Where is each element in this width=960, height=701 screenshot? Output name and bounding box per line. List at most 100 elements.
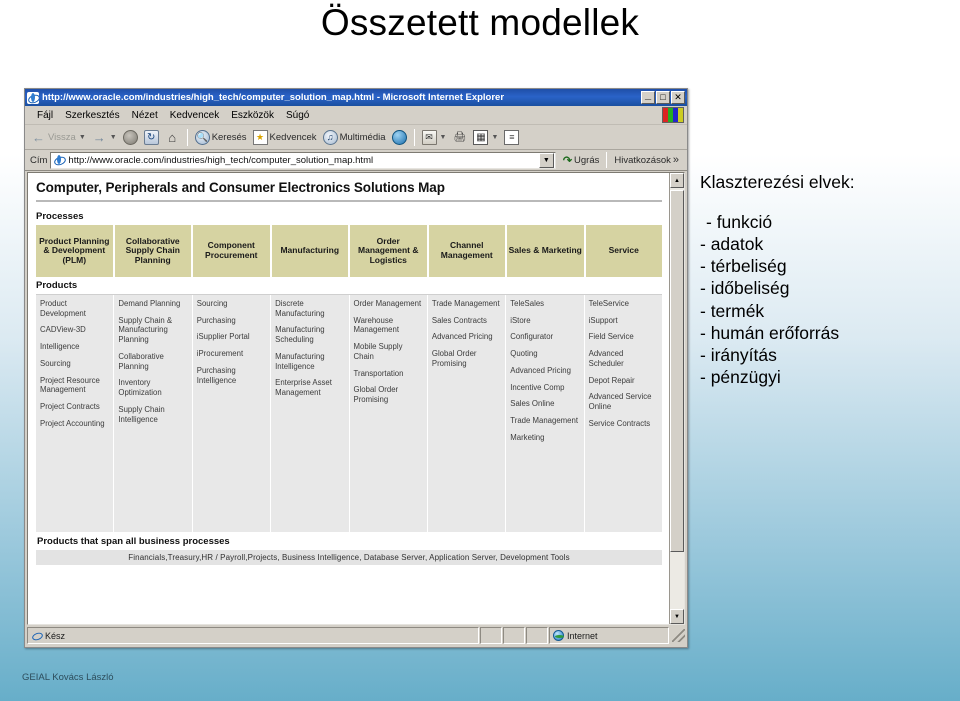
product-item[interactable]: Mobile Supply Chain xyxy=(354,342,424,361)
scroll-down-button[interactable]: ▼ xyxy=(670,609,684,624)
product-item[interactable]: Project Contracts xyxy=(40,402,110,412)
menu-item-view[interactable]: Nézet xyxy=(126,109,164,122)
product-item[interactable]: Advanced Service Online xyxy=(589,392,659,411)
print-button[interactable] xyxy=(450,129,469,146)
product-item[interactable]: Purchasing Intelligence xyxy=(197,366,267,385)
scroll-up-button[interactable]: ▲ xyxy=(670,173,684,188)
back-dropdown-icon[interactable]: ▼ xyxy=(79,134,86,141)
product-item[interactable]: Service Contracts xyxy=(589,419,659,429)
product-item[interactable]: Purchasing xyxy=(197,316,267,326)
menu-item-favorites[interactable]: Kedvencek xyxy=(164,109,225,122)
product-item[interactable]: TeleService xyxy=(589,299,659,309)
process-cell[interactable]: Service xyxy=(585,225,662,277)
forward-button[interactable]: ▼ xyxy=(90,129,119,146)
process-cell[interactable]: Channel Management xyxy=(428,225,505,277)
product-item[interactable]: Sourcing xyxy=(197,299,267,309)
product-item[interactable]: Advanced Pricing xyxy=(510,366,580,376)
product-item[interactable]: Product Development xyxy=(40,299,110,318)
product-item[interactable]: Field Service xyxy=(589,332,659,342)
address-input[interactable]: http://www.oracle.com/industries/high_te… xyxy=(50,151,556,169)
go-button[interactable]: Ugrás xyxy=(559,154,604,167)
product-item[interactable]: Configurator xyxy=(510,332,580,342)
scrollbar-track[interactable] xyxy=(670,188,684,609)
stop-button[interactable] xyxy=(121,129,140,146)
product-item[interactable]: Project Accounting xyxy=(40,419,110,429)
product-item[interactable]: Advanced Scheduler xyxy=(589,349,659,368)
minimize-button[interactable]: _ xyxy=(641,89,655,104)
product-item[interactable]: Warehouse Management xyxy=(354,316,424,335)
product-item[interactable]: Trade Management xyxy=(510,416,580,426)
process-cell[interactable]: Product Planning & Development (PLM) xyxy=(36,225,113,277)
processes-label: Processes xyxy=(36,211,84,222)
chevron-right-icon[interactable]: » xyxy=(673,154,681,166)
menu-item-file[interactable]: Fájl xyxy=(31,109,59,122)
maximize-button[interactable]: □ xyxy=(656,91,670,104)
product-item[interactable]: Manufacturing Intelligence xyxy=(275,352,345,371)
product-item[interactable]: Collaborative Planning xyxy=(118,352,188,371)
product-item[interactable]: Manufacturing Scheduling xyxy=(275,325,345,344)
back-button[interactable]: Vissza ▼ xyxy=(29,129,88,146)
product-item[interactable]: Intelligence xyxy=(40,342,110,352)
product-item[interactable]: Discrete Manufacturing xyxy=(275,299,345,318)
process-cell[interactable]: Manufacturing xyxy=(271,225,348,277)
product-item[interactable]: Global Order Promising xyxy=(432,349,502,368)
discuss-button[interactable] xyxy=(502,129,521,146)
product-item[interactable]: Incentive Comp xyxy=(510,383,580,393)
window-title: http://www.oracle.com/industries/high_te… xyxy=(42,92,505,103)
home-button[interactable] xyxy=(163,129,182,146)
refresh-button[interactable] xyxy=(142,129,161,146)
product-item[interactable]: Quoting xyxy=(510,349,580,359)
page-title: Összetett modellek xyxy=(320,2,640,43)
product-item[interactable]: Project Resource Management xyxy=(40,376,110,395)
menu-item-edit[interactable]: Szerkesztés xyxy=(59,109,125,122)
favorites-button[interactable]: Kedvencek xyxy=(251,129,319,146)
scrollbar-thumb[interactable] xyxy=(670,190,684,553)
product-item[interactable]: Enterprise Asset Management xyxy=(275,378,345,397)
mail-dropdown-icon[interactable]: ▼ xyxy=(440,134,447,141)
process-cell[interactable]: Collaborative Supply Chain Planning xyxy=(114,225,191,277)
bullet-item: - adatok xyxy=(700,233,764,254)
process-cell[interactable]: Sales & Marketing xyxy=(507,225,584,277)
product-item[interactable]: iSupplier Portal xyxy=(197,332,267,342)
mail-button[interactable]: ▼ xyxy=(420,129,449,146)
security-zone-pane: Internet xyxy=(549,627,669,644)
menu-item-help[interactable]: Súgó xyxy=(280,109,315,122)
internet-explorer-icon xyxy=(27,91,39,104)
search-button[interactable]: Keresés xyxy=(193,129,249,146)
product-item[interactable]: Inventory Optimization xyxy=(118,378,188,397)
links-button[interactable]: Hivatkozások » xyxy=(610,154,685,166)
forward-dropdown-icon[interactable]: ▼ xyxy=(110,134,117,141)
product-item[interactable]: Depot Repair xyxy=(589,376,659,386)
minimize-icon: _ xyxy=(644,89,652,101)
product-item[interactable]: Sourcing xyxy=(40,359,110,369)
media-button[interactable]: Multimédia xyxy=(321,129,388,146)
product-item[interactable]: Transportation xyxy=(354,369,424,379)
product-item[interactable]: iStore xyxy=(510,316,580,326)
resize-grip[interactable] xyxy=(672,629,685,642)
product-item[interactable]: iProcurement xyxy=(197,349,267,359)
product-item[interactable]: Supply Chain & Manufacturing Planning xyxy=(118,316,188,345)
menu-item-tools[interactable]: Eszközök xyxy=(225,109,280,122)
product-item[interactable]: iSupport xyxy=(589,316,659,326)
process-cell[interactable]: Order Management & Logistics xyxy=(350,225,427,277)
product-item[interactable]: TeleSales xyxy=(510,299,580,309)
product-column: Discrete Manufacturing Manufacturing Sch… xyxy=(271,295,350,532)
vertical-scrollbar[interactable]: ▲ ▼ xyxy=(669,173,684,624)
bullet-item: - időbeliség xyxy=(700,278,790,299)
product-item[interactable]: CADView-3D xyxy=(40,325,110,335)
product-item[interactable]: Advanced Pricing xyxy=(432,332,502,342)
close-button[interactable]: ✕ xyxy=(671,91,685,104)
product-item[interactable]: Demand Planning xyxy=(118,299,188,309)
product-item[interactable]: Trade Management xyxy=(432,299,502,309)
product-item[interactable]: Global Order Promising xyxy=(354,385,424,404)
process-cell[interactable]: Component Procurement xyxy=(193,225,270,277)
product-item[interactable]: Supply Chain Intelligence xyxy=(118,405,188,424)
address-dropdown-button[interactable]: ▼ xyxy=(538,152,554,168)
product-item[interactable]: Order Management xyxy=(354,299,424,309)
product-item[interactable]: Sales Online xyxy=(510,399,580,409)
edit-dropdown-icon[interactable]: ▼ xyxy=(491,134,498,141)
edit-button[interactable]: ▼ xyxy=(471,129,500,146)
history-button[interactable] xyxy=(390,129,409,146)
product-item[interactable]: Sales Contracts xyxy=(432,316,502,326)
product-item[interactable]: Marketing xyxy=(510,433,580,443)
